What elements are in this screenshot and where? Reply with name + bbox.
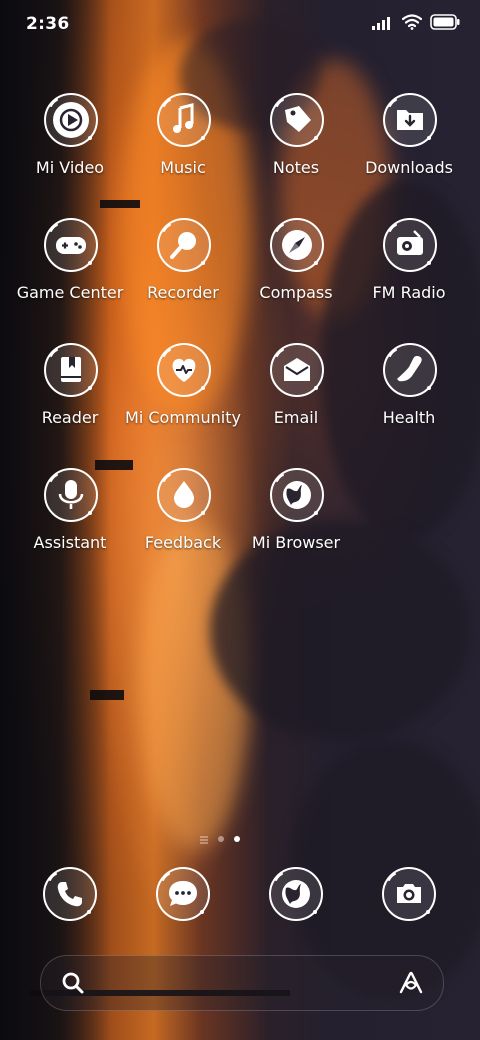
assistant-icon[interactable] (397, 970, 425, 1000)
app-label: Recorder (147, 283, 219, 302)
app-label: Mi Community (125, 408, 241, 427)
phone-icon (42, 867, 98, 926)
app-fm-radio[interactable]: FM Radio (349, 217, 469, 302)
app-label: Email (273, 408, 319, 427)
radio-icon (382, 217, 437, 272)
envelope-icon (269, 342, 324, 397)
shoe-icon (382, 342, 437, 397)
app-label: Music (160, 158, 206, 177)
download-folder-icon (382, 92, 437, 147)
app-notes[interactable]: Notes (236, 92, 356, 177)
app-game-center[interactable]: Game Center (10, 217, 130, 302)
app-downloads[interactable]: Downloads (349, 92, 469, 177)
app-recorder[interactable]: Recorder (123, 217, 243, 302)
app-label: Mi Video (35, 158, 105, 177)
battery-icon (430, 14, 460, 34)
search-bar[interactable] (40, 955, 444, 1011)
app-email[interactable]: Email (236, 342, 356, 427)
heart-icon (156, 342, 211, 397)
music-note-icon (156, 92, 211, 147)
app-label: FM Radio (372, 283, 446, 302)
app-music[interactable]: Music (123, 92, 243, 177)
drop-icon (156, 467, 211, 522)
app-mi-video[interactable]: Mi Video (10, 92, 130, 177)
assistant-mic-icon (43, 467, 98, 522)
dock-phone[interactable] (42, 866, 98, 922)
app-label: Health (382, 408, 436, 427)
page-dot-active[interactable] (234, 835, 240, 842)
book-icon (43, 342, 98, 397)
app-reader[interactable]: Reader (10, 342, 130, 427)
app-label: Feedback (144, 533, 222, 552)
status-time: 2:36 (26, 14, 70, 34)
app-assistant[interactable]: Assistant (10, 467, 130, 552)
dock-camera[interactable] (381, 866, 437, 922)
globe-icon (269, 467, 324, 522)
app-label: Downloads (365, 158, 453, 177)
page-menu-icon (200, 829, 208, 848)
dock-messages[interactable] (155, 866, 211, 922)
app-feedback[interactable]: Feedback (123, 467, 243, 552)
app-label: Mi Browser (251, 533, 341, 552)
page-dot[interactable] (218, 835, 224, 842)
app-label: Reader (41, 408, 99, 427)
app-compass[interactable]: Compass (236, 217, 356, 302)
wifi-icon (401, 14, 423, 34)
microphone-icon (156, 217, 211, 272)
app-label: Game Center (16, 283, 124, 302)
gamepad-icon (43, 217, 98, 272)
app-mi-community[interactable]: Mi Community (123, 342, 243, 427)
dock-browser[interactable] (268, 866, 324, 922)
app-label: Notes (272, 158, 320, 177)
page-indicator[interactable] (200, 829, 240, 848)
app-mi-browser[interactable]: Mi Browser (236, 467, 356, 552)
signal-icon (372, 15, 394, 34)
compass-icon (269, 217, 324, 272)
app-health[interactable]: Health (349, 342, 469, 427)
app-label: Compass (259, 283, 333, 302)
status-icons (372, 14, 460, 34)
app-label: Assistant (33, 533, 107, 552)
camera-icon (381, 867, 437, 926)
messages-icon (155, 867, 211, 926)
search-icon[interactable] (61, 971, 85, 999)
tag-icon (269, 92, 324, 147)
browser-globe-icon (268, 867, 324, 926)
play-icon (43, 92, 98, 147)
